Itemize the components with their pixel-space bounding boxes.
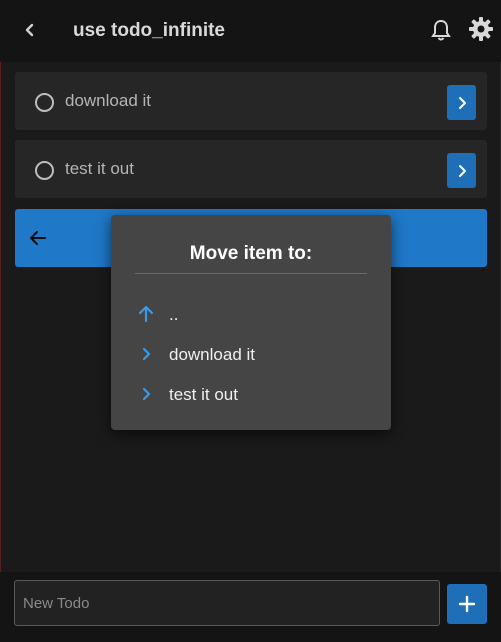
chevron-right-icon (458, 164, 466, 177)
todo-item[interactable]: download it (15, 72, 487, 130)
chevron-right-icon (458, 96, 466, 109)
move-option-test-it-out[interactable]: test it out (137, 383, 367, 407)
add-todo-button[interactable] (447, 584, 487, 624)
arrow-up-icon (138, 305, 154, 323)
move-option-label: test it out (169, 385, 238, 404)
settings-button[interactable] (468, 16, 494, 42)
todo-item[interactable]: test it out (15, 140, 487, 198)
bell-icon (431, 19, 451, 41)
open-item-button[interactable] (447, 153, 476, 188)
header-bar: use todo_infinite (0, 0, 501, 62)
back-button[interactable] (18, 18, 42, 42)
chevron-right-icon (142, 347, 151, 361)
open-item-button[interactable] (447, 85, 476, 120)
circle-outline-icon[interactable] (35, 161, 54, 180)
dialog-divider (135, 273, 367, 274)
todo-label: test it out (65, 159, 134, 178)
chevron-right-icon (142, 387, 151, 401)
new-todo-input[interactable] (14, 580, 440, 626)
circle-outline-icon[interactable] (35, 93, 54, 112)
arrow-left-icon[interactable] (29, 229, 47, 247)
page-title: use todo_infinite (73, 20, 225, 41)
chevron-left-icon (25, 23, 34, 37)
move-option-label: .. (169, 305, 179, 324)
notification-button[interactable] (430, 18, 452, 42)
move-option-parent[interactable]: .. (137, 303, 367, 327)
plus-icon (458, 595, 476, 613)
move-item-dialog: Move item to: .. download it test it out (111, 215, 391, 430)
gear-icon (469, 17, 493, 41)
move-option-label: download it (169, 345, 256, 364)
todo-label: download it (65, 91, 152, 110)
move-option-download-it[interactable]: download it (137, 343, 367, 367)
dialog-title: Move item to: (189, 243, 313, 264)
